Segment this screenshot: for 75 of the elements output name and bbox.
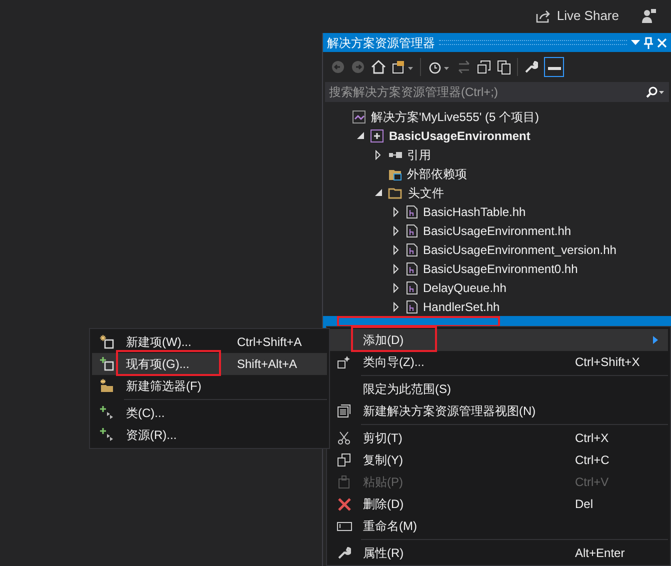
references-icon [388, 150, 402, 160]
menu-item[interactable]: 新建项(W)... Ctrl+Shift+A [92, 331, 327, 353]
search-icon[interactable] [645, 86, 665, 98]
menu-item[interactable]: 限定为此范围(S) [329, 378, 668, 400]
header-file-icon [406, 242, 418, 256]
tree-item[interactable]: HandlerSet.hh [323, 297, 671, 316]
copy-icon [337, 453, 351, 467]
feedback-person-icon[interactable] [641, 8, 657, 24]
history-icon[interactable] [427, 60, 451, 74]
submenu-arrow-icon [653, 336, 658, 344]
menu-item[interactable]: 类(C)... [92, 402, 327, 424]
menu-item[interactable]: 资源(R)... [92, 424, 327, 446]
tree-item[interactable]: BasicUsageEnvironment0.hh [323, 259, 671, 278]
header-file-icon [406, 224, 418, 238]
header-file-icon [406, 280, 418, 294]
collapsed-arrow-icon[interactable] [393, 244, 399, 254]
expanded-arrow-icon[interactable] [374, 189, 382, 196]
add-class-icon [100, 406, 114, 420]
wizard-icon [337, 355, 351, 369]
menu-item[interactable]: 删除(D) Del [329, 493, 668, 515]
menu-item[interactable]: 现有项(G)... Shift+Alt+A [92, 353, 327, 375]
view-window-icon [337, 404, 351, 418]
dropdown-icon[interactable] [631, 40, 640, 46]
tree-item[interactable]: BasicUsageEnvironment.hh [323, 221, 671, 240]
tree-item[interactable]: 解决方案'MyLive555' (5 个项目) [323, 107, 671, 126]
panel-title: 解决方案资源管理器 [327, 34, 435, 52]
header-file-icon [406, 262, 418, 276]
rename-icon [336, 520, 352, 532]
sync-view-icon[interactable] [392, 60, 414, 74]
new-folder-icon [100, 379, 114, 393]
share-icon[interactable] [536, 10, 551, 22]
tree-item[interactable]: BasicUsageEnvironment [323, 126, 671, 145]
new-item-icon [100, 335, 114, 349]
scissors-icon [337, 431, 351, 445]
tree-item[interactable]: BasicHashTable.hh [323, 202, 671, 221]
header-file-icon [406, 300, 418, 314]
collapsed-arrow-icon[interactable] [375, 150, 381, 160]
wrench-icon[interactable] [524, 60, 538, 74]
clipboard-icon [337, 475, 351, 489]
solution-icon [352, 110, 366, 124]
menu-item[interactable]: 复制(Y) Ctrl+C [329, 449, 668, 471]
copy-pages-icon[interactable] [497, 60, 511, 74]
expanded-arrow-icon[interactable] [356, 132, 364, 139]
menu-item[interactable]: 添加(D) [329, 329, 668, 351]
collapsed-arrow-icon[interactable] [393, 302, 399, 312]
menu-item[interactable]: 重命名(M) [329, 515, 668, 537]
tree-item[interactable]: 外部依赖项 [323, 164, 671, 183]
collapsed-arrow-icon[interactable] [393, 226, 399, 236]
delete-x-icon [338, 498, 350, 510]
pin-icon[interactable] [644, 36, 653, 48]
header-file-icon [406, 204, 418, 218]
tree-item[interactable]: 引用 [323, 145, 671, 164]
folder-icon [388, 186, 403, 199]
menu-item[interactable]: 属性(R) Alt+Enter [329, 542, 668, 564]
tree-item[interactable]: BasicUsageEnvironment_version.hh [323, 240, 671, 259]
add-resource-icon [100, 428, 114, 442]
collapsed-arrow-icon[interactable] [393, 264, 399, 274]
two-arrows-icon[interactable] [457, 60, 471, 74]
wrench-icon [337, 546, 351, 560]
live-share-label[interactable]: Live Share [556, 6, 619, 26]
close-icon[interactable] [657, 38, 667, 48]
search-field[interactable]: 搜索解决方案资源管理器(Ctrl+;) [325, 82, 669, 102]
menu-item[interactable]: 类向导(Z)... Ctrl+Shift+X [329, 351, 668, 373]
collapse-icon[interactable] [477, 60, 491, 74]
menu-item[interactable]: 剪切(T) Ctrl+X [329, 427, 668, 449]
collapsed-arrow-icon[interactable] [393, 206, 399, 216]
home-icon[interactable] [371, 60, 386, 74]
menu-item[interactable]: 新建解决方案资源管理器视图(N) [329, 400, 668, 422]
collapsed-arrow-icon[interactable] [393, 282, 399, 292]
tree-item[interactable]: 头文件 [323, 183, 671, 202]
preview-toggle-button[interactable] [544, 57, 564, 77]
tree-item[interactable]: DelayQueue.hh [323, 278, 671, 297]
project-icon [370, 128, 384, 142]
existing-item-icon [100, 357, 114, 371]
menu-item[interactable]: 新建筛选器(F) [92, 375, 327, 397]
